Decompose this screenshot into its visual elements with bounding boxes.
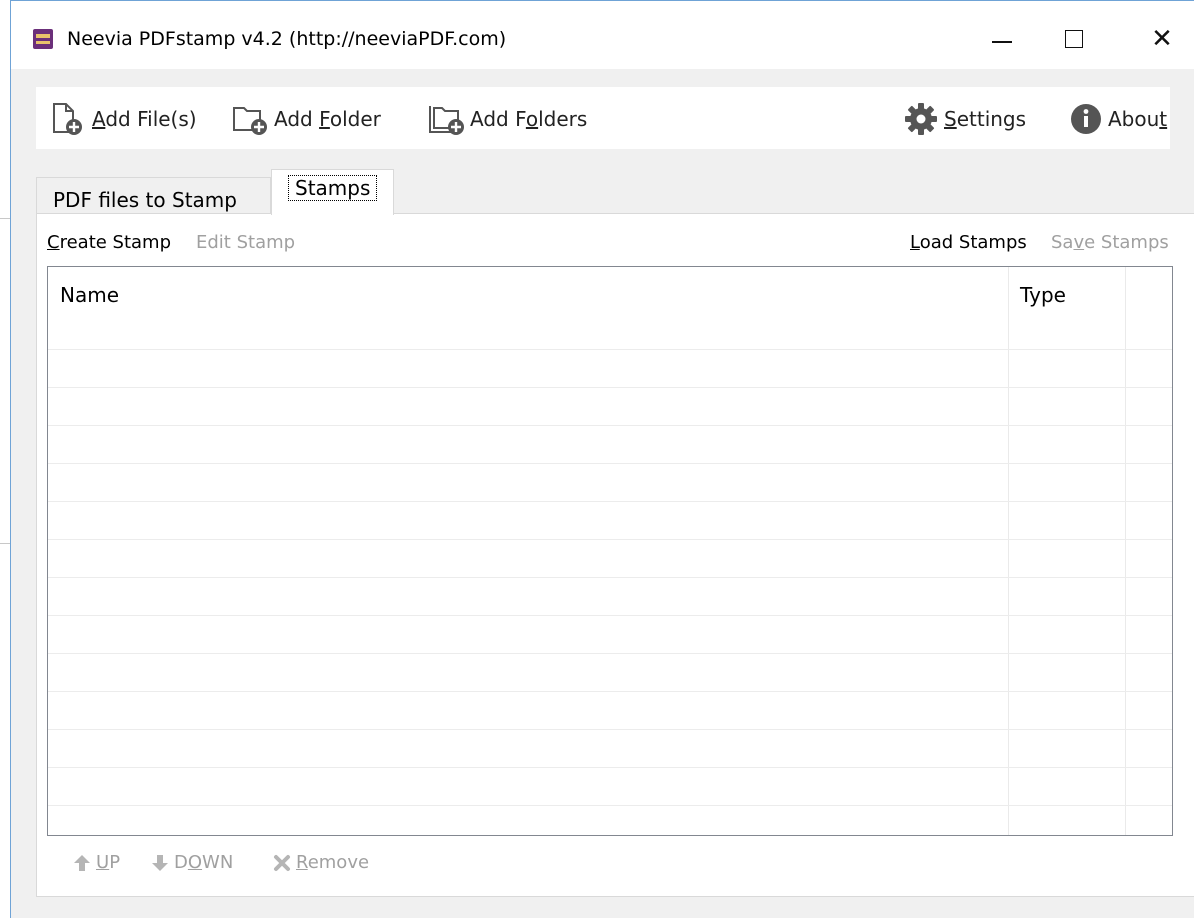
move-up-button[interactable]: UP [72,852,120,873]
move-down-label: DOWN [174,852,234,873]
maximize-icon [1065,30,1083,48]
row-gridline [48,577,1172,578]
tab-label: PDF files to Stamp [53,188,237,212]
row-gridline [48,691,1172,692]
row-gridline [48,805,1172,806]
add-folder-button[interactable]: Add Folder [232,101,381,137]
about-label: About [1108,107,1168,131]
row-gridline [48,501,1172,502]
row-gridline [48,387,1172,388]
column-header-type[interactable]: Type [1008,267,1126,315]
move-up-label: UP [96,852,121,873]
add-folders-button[interactable]: Add Folders [428,101,587,137]
arrow-down-icon [152,854,168,871]
title-bar[interactable]: Neevia PDFstamp v4.2 (http://neeviaPDF.c… [11,1,1194,69]
window-title: Neevia PDFstamp v4.2 (http://neeviaPDF.c… [67,28,507,50]
about-button[interactable]: About [1070,101,1167,137]
move-down-button[interactable]: DOWN [150,852,233,873]
tab-stamps[interactable]: Stamps [271,169,394,215]
add-folder-label: Add Folder [274,107,381,131]
toolbar: Add File(s) Add Folder Add Folders Setti… [36,87,1170,149]
row-gridline [48,349,1172,350]
column-header-name[interactable]: Name [48,267,1008,315]
minimize-icon [992,41,1012,43]
load-stamps-link[interactable]: Load Stamps [910,232,1027,253]
stamps-list[interactable]: Name Type [47,266,1173,836]
column-separator[interactable] [1008,267,1009,835]
settings-button[interactable]: Settings [904,101,1026,137]
background-divider [0,543,10,544]
background-divider [0,218,10,219]
remove-button[interactable]: Remove [272,852,369,873]
edit-stamp-link[interactable]: Edit Stamp [196,232,295,253]
app-icon [33,29,53,49]
row-gridline [48,425,1172,426]
close-icon: ✕ [1151,24,1173,54]
remove-x-icon [274,854,290,871]
arrow-up-icon [74,854,90,871]
row-gridline [48,653,1172,654]
stamps-panel: Create Stamp Edit Stamp Load Stamps Save… [36,213,1194,897]
gear-icon [905,103,937,135]
add-file-icon [53,103,82,135]
settings-label: Settings [944,107,1027,131]
info-icon [1071,104,1101,134]
main-window: Neevia PDFstamp v4.2 (http://neeviaPDF.c… [10,0,1194,918]
create-stamp-link[interactable]: Create Stamp [47,232,171,253]
minimize-button[interactable] [979,19,1025,59]
remove-label: Remove [296,852,370,873]
tab-label: Stamps [288,175,378,201]
row-gridline [48,539,1172,540]
add-folders-label: Add Folders [470,107,588,131]
row-gridline [48,615,1172,616]
add-folders-icon [429,106,464,135]
maximize-button[interactable] [1051,19,1097,59]
add-folder-icon [233,107,267,135]
row-gridline [48,767,1172,768]
add-files-button[interactable]: Add File(s) [50,101,197,137]
row-gridline [48,729,1172,730]
add-files-label: Add File(s) [92,107,197,131]
close-button[interactable]: ✕ [1139,19,1185,59]
save-stamps-link[interactable]: Save Stamps [1051,232,1169,253]
background-window-edge [0,0,10,918]
column-separator[interactable] [1125,267,1126,835]
tab-pdf-files-to-stamp[interactable]: PDF files to Stamp [36,177,271,215]
row-gridline [48,463,1172,464]
